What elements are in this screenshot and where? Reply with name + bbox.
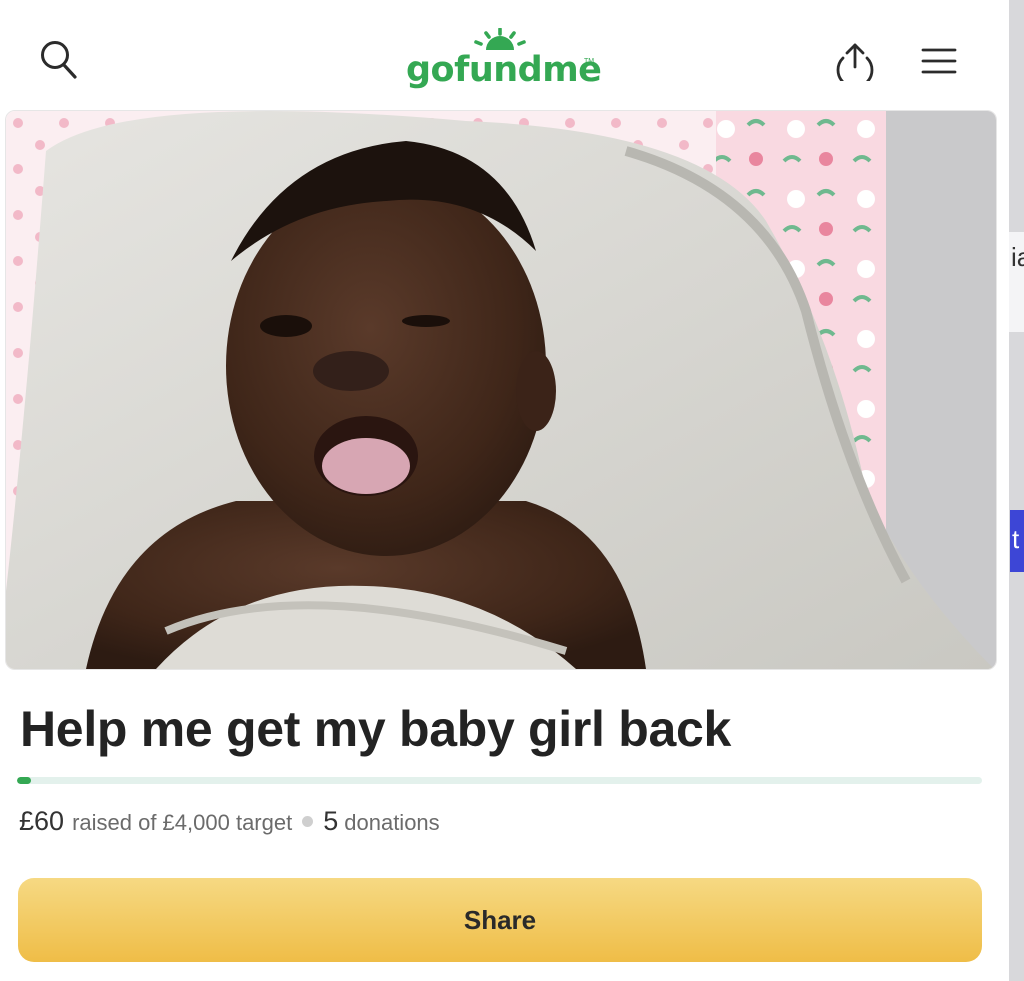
separator-dot	[302, 816, 314, 827]
logo-wordmark: gofundme	[406, 50, 602, 90]
share-upload-button[interactable]	[830, 36, 880, 86]
logo-sun-icon	[474, 28, 526, 50]
hamburger-menu-icon	[921, 48, 957, 74]
raised-amount: £60	[19, 806, 65, 836]
raised-target-text: raised of £4,000 target	[72, 810, 293, 835]
donations-count: 5	[323, 806, 339, 836]
search-icon	[41, 41, 77, 79]
fundraising-stats: £60 raised of £4,000 target 5 donations	[19, 806, 440, 837]
share-button[interactable]: Share	[18, 878, 982, 962]
share-upload-icon	[836, 43, 874, 81]
menu-button[interactable]	[914, 36, 964, 86]
background-panel-text: ia	[1011, 242, 1024, 272]
campaign-title: Help me get my baby girl back	[20, 701, 731, 757]
campaign-hero-image[interactable]	[5, 110, 997, 670]
background-page-edge: ia t	[1009, 0, 1024, 981]
background-chip[interactable]: t	[1010, 510, 1024, 572]
donations-label[interactable]: donations	[344, 810, 439, 836]
search-button[interactable]	[34, 36, 84, 86]
top-header: gofundme TM	[0, 0, 1009, 110]
logo-trademark: TM	[584, 58, 595, 65]
background-panel: ia	[1009, 232, 1024, 332]
gofundme-logo[interactable]: gofundme TM	[406, 28, 602, 94]
fundraising-progress-bar	[17, 777, 982, 784]
background-chip-text: t	[1012, 524, 1020, 554]
baby-photo	[6, 111, 996, 669]
progress-fill	[17, 777, 32, 784]
